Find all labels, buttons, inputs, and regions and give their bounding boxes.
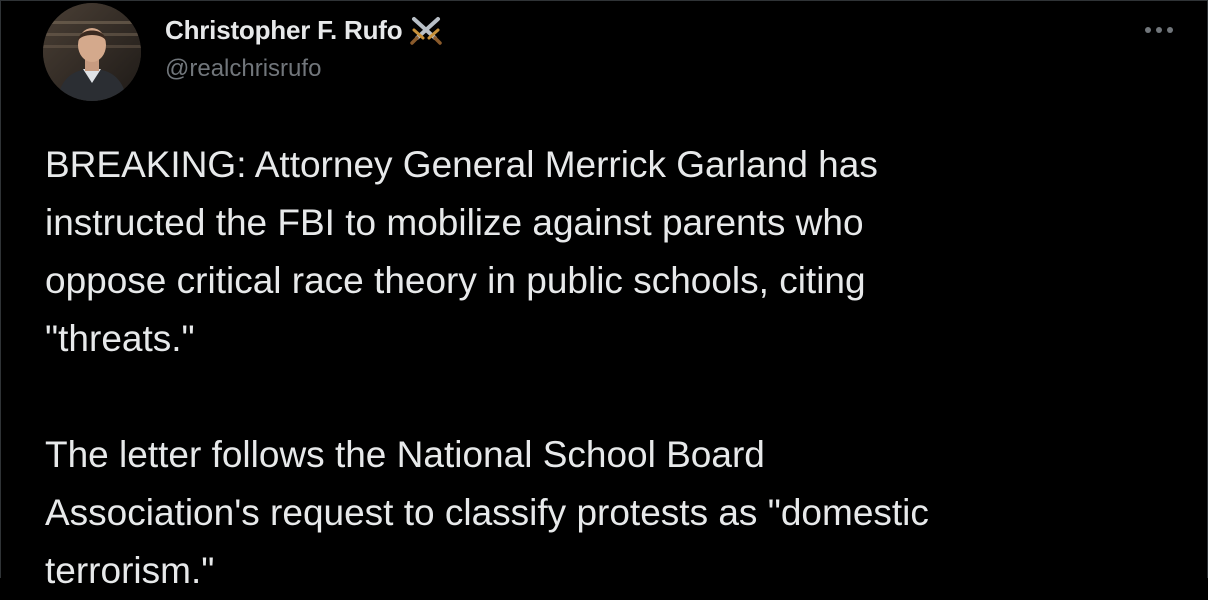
author-display-name[interactable]: Christopher F. Rufo	[165, 15, 403, 46]
author-handle[interactable]: @realchrisrufo	[165, 55, 321, 83]
crossed-swords-icon	[408, 14, 444, 46]
tweet-card: Christopher F. Rufo @realchrisrufo BREAK	[0, 0, 1208, 591]
avatar[interactable]	[43, 3, 141, 101]
tweet-paragraph: The letter follows the National School B…	[45, 434, 929, 591]
more-options-icon[interactable]	[1139, 15, 1179, 45]
avatar-photo	[43, 3, 141, 101]
author-name-row[interactable]: Christopher F. Rufo	[165, 13, 444, 47]
tweet-paragraph: BREAKING: Attorney General Merrick Garla…	[45, 144, 878, 359]
tweet-text: BREAKING: Attorney General Merrick Garla…	[45, 136, 1195, 600]
